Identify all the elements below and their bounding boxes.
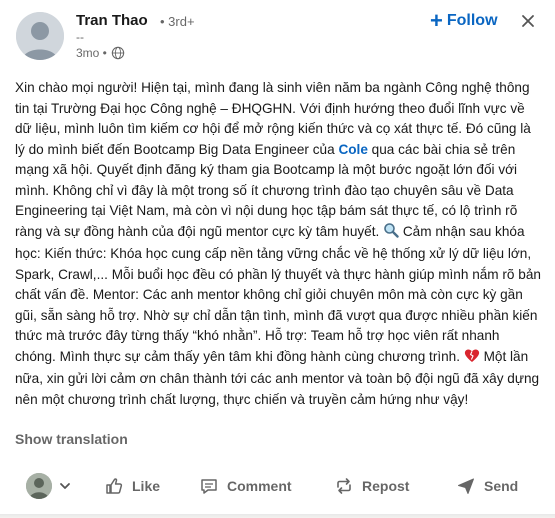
close-icon [522,15,534,27]
comment-icon [201,479,217,494]
like-label: Like [132,478,161,494]
send-label: Send [484,478,519,494]
repost-label: Repost [362,478,410,494]
company-mention-link[interactable]: Cole [338,142,367,157]
plus-icon: + [430,8,443,33]
post-body: Xin chào mọi người! Hiện tại, mình đang … [15,78,541,410]
author-avatar[interactable] [16,12,64,60]
connection-degree: • 3rd+ [160,14,195,29]
comment-label: Comment [227,478,292,494]
like-icon [106,478,123,494]
broken-heart-emoji-icon [464,348,480,370]
author-headline: -- [76,30,84,44]
post-time: 3mo • [76,46,107,60]
post-meta: 3mo • [76,46,125,60]
follow-label: Follow [446,12,498,29]
like-button[interactable]: Like [104,472,160,500]
user-avatar-icon [26,473,52,499]
dismiss-button[interactable] [516,10,540,32]
magnifier-emoji-icon [383,222,399,245]
social-action-bar: Like Comment Repost Send [0,466,555,506]
chevron-down-icon[interactable] [58,479,72,493]
feed-divider [0,514,555,518]
repost-icon [337,478,351,494]
send-icon [458,478,474,494]
repost-button[interactable]: Repost [334,472,409,500]
default-avatar-icon [16,12,64,60]
post-text-part3: Cảm nhận sau khóa học: Kiến thức: Khóa h… [15,223,541,364]
comment-button[interactable]: Comment [199,472,292,500]
send-button[interactable]: Send [456,472,518,500]
actor-avatar[interactable] [26,473,52,499]
globe-icon [111,46,125,60]
show-translation-button[interactable]: Show translation [15,431,128,447]
post-card: Tran Thao • 3rd+ -- 3mo • + Follow Xin c… [0,0,555,518]
author-name[interactable]: Tran Thao [76,12,148,29]
follow-button[interactable]: + Follow [430,10,498,32]
